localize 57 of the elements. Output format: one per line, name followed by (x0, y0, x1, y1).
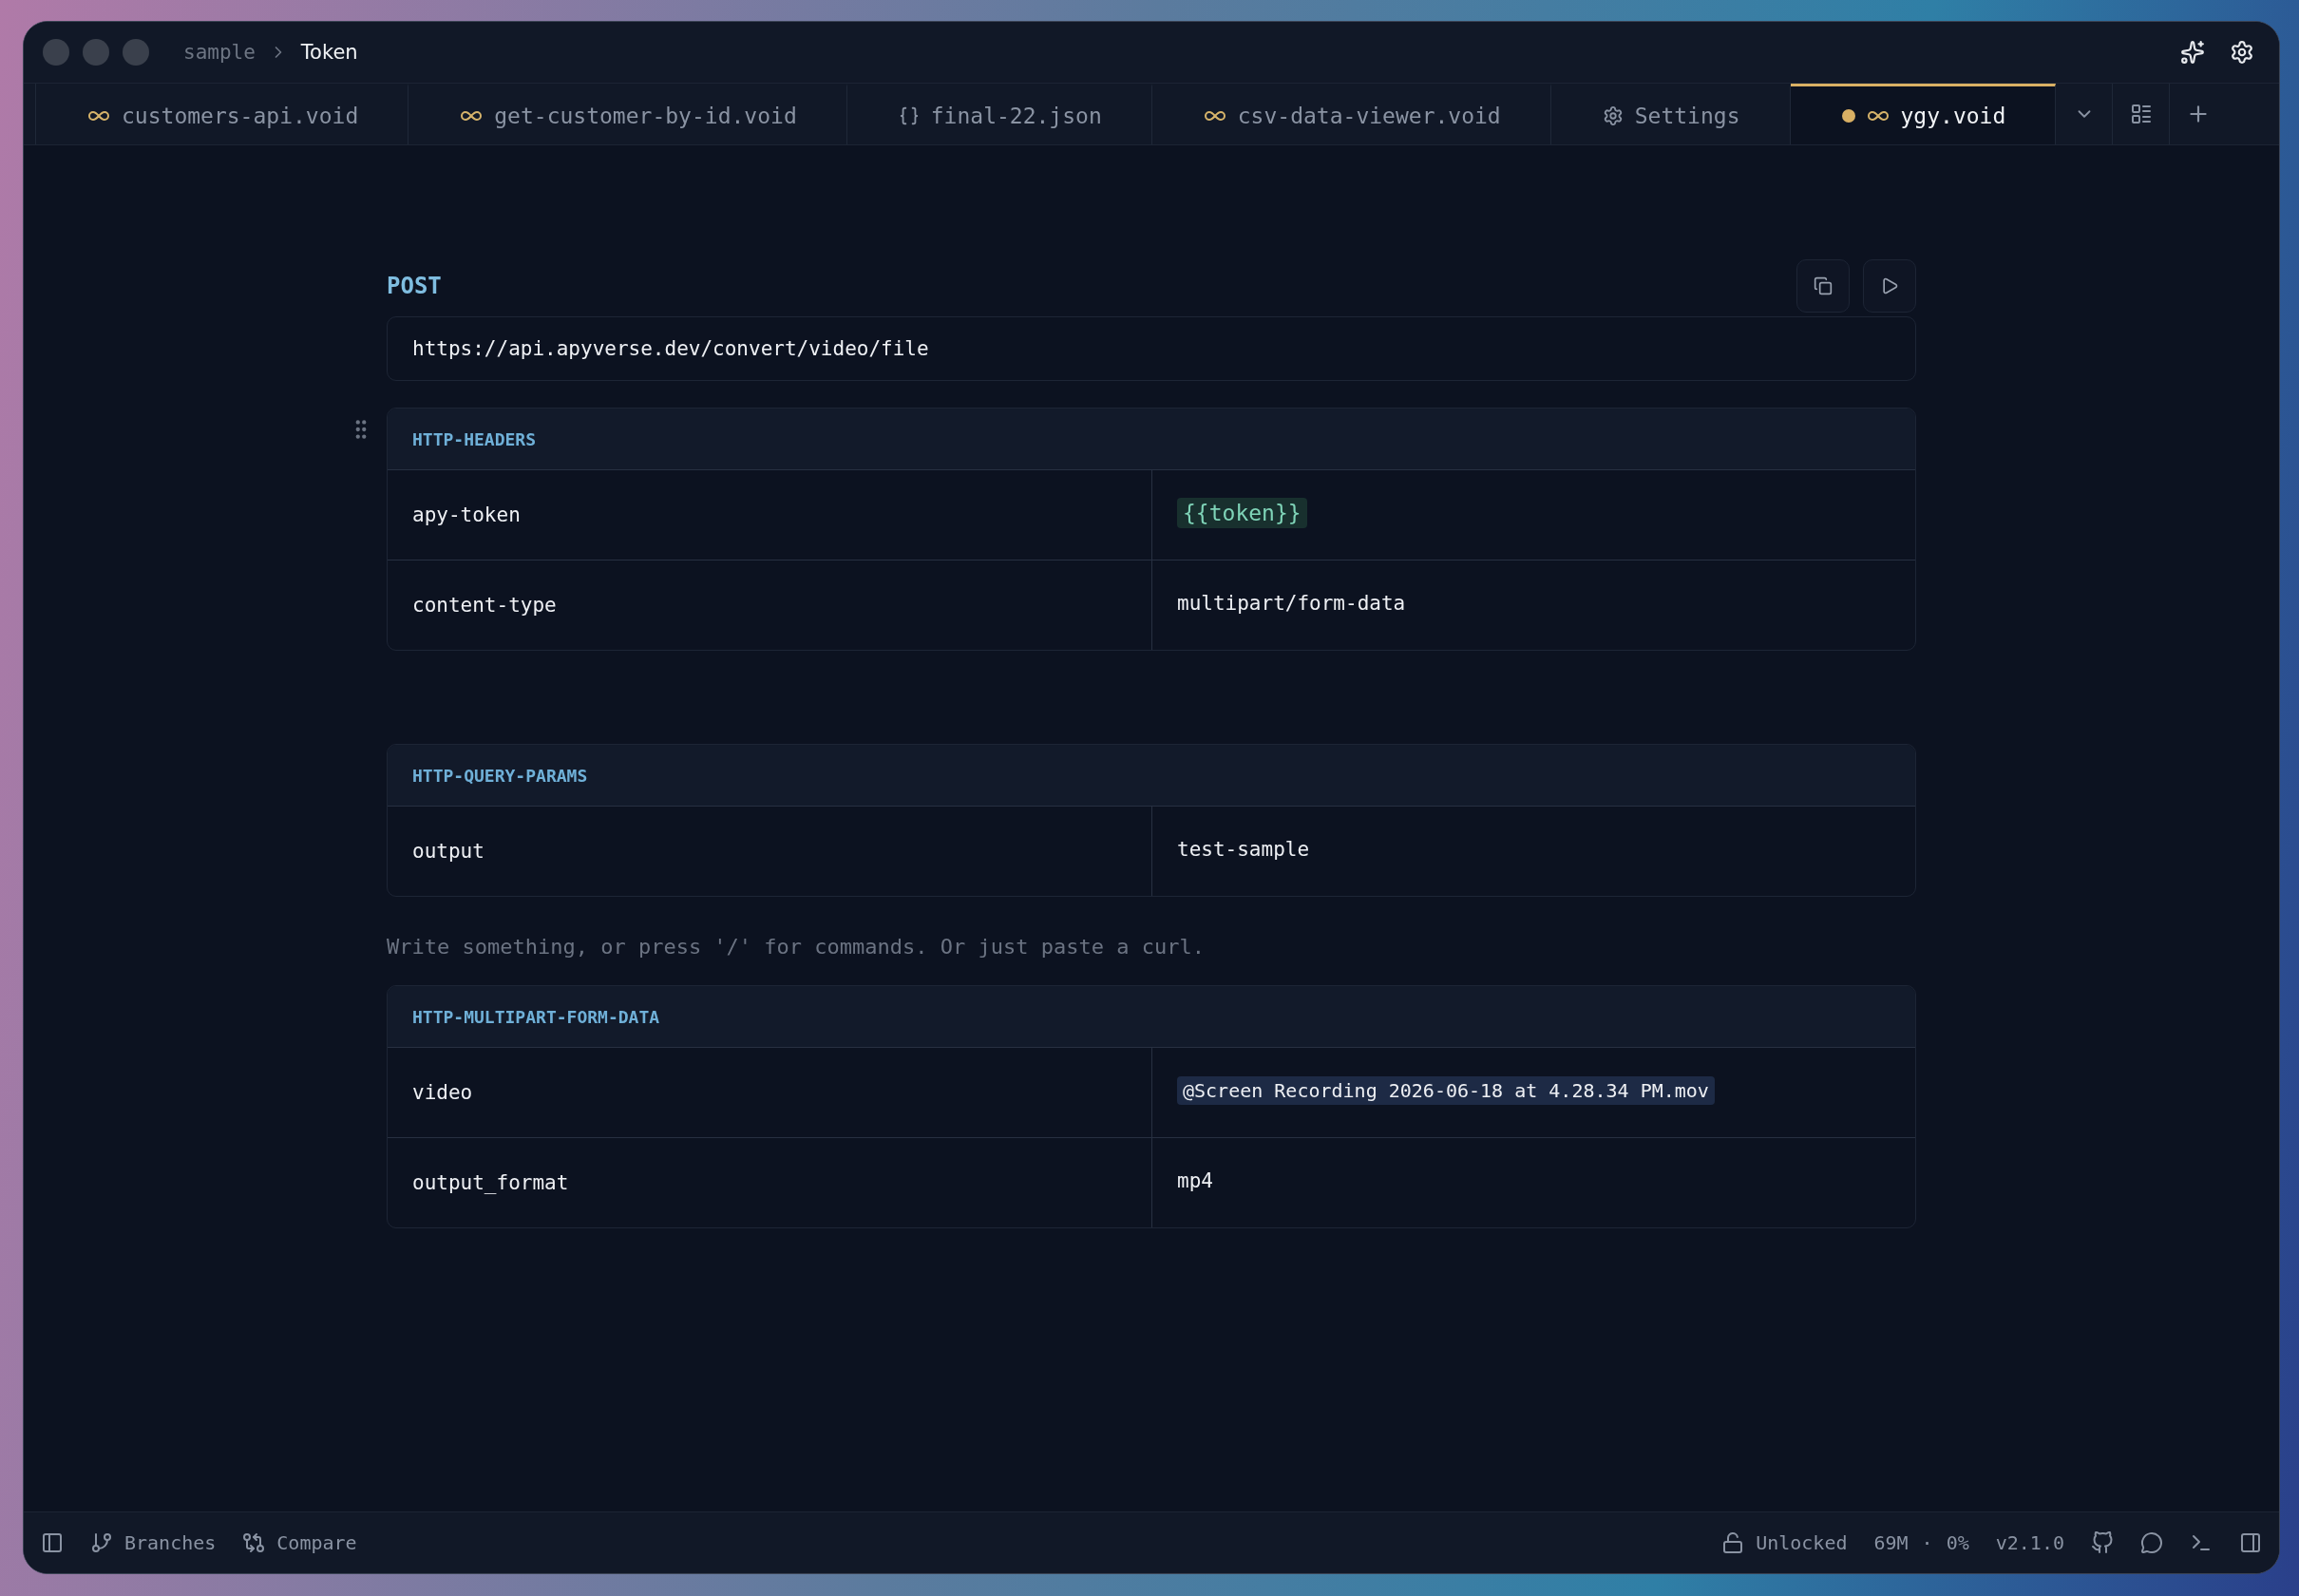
editor-tab[interactable]: Settings (1550, 84, 1791, 144)
copy-button[interactable] (1796, 259, 1850, 313)
copy-icon (1814, 276, 1833, 295)
block-title: HTTP-HEADERS (412, 428, 537, 449)
tab-label: Settings (1634, 103, 1740, 128)
breadcrumb-item[interactable]: Token (300, 41, 358, 64)
tab-label: get-customer-by-id.void (494, 103, 797, 128)
braces-icon (898, 104, 920, 126)
unlocked-padlock-icon (1721, 1531, 1745, 1554)
sidebar-toggle-button[interactable] (41, 1531, 64, 1554)
chat-bubble-icon (2140, 1531, 2163, 1554)
breadcrumb-item[interactable]: sample (183, 41, 256, 64)
memory-usage: 69M (1873, 1531, 1909, 1554)
run-button[interactable] (1863, 259, 1916, 313)
editor-placeholder[interactable]: Write something, or press '/' for commands. Or just paste a curl. (387, 935, 1205, 959)
separator-dot: · (1921, 1531, 1933, 1554)
url-field[interactable]: https://api.apyverse.dev/convert/video/file (387, 316, 1916, 381)
cpu-usage: 0% (1946, 1531, 1969, 1554)
compare-icon (242, 1531, 266, 1554)
tab-label: ygy.void (1900, 103, 2006, 128)
panel-left-icon (41, 1531, 64, 1554)
settings-icon (1602, 104, 1624, 126)
editor-tab[interactable]: ygy.void (1790, 84, 2057, 144)
settings-icon (2230, 40, 2254, 65)
sparkles-icon (2180, 40, 2205, 65)
lock-button[interactable]: Unlocked (1721, 1531, 1848, 1554)
http-method: POST (387, 273, 442, 299)
editor-tab[interactable]: customers-api.void (36, 84, 409, 144)
block-title: HTTP-MULTIPART-FORM-DATA (412, 1006, 660, 1027)
tab-label: final-22.json (930, 103, 1102, 128)
branch-icon (90, 1531, 113, 1554)
status-bar-button[interactable]: Compare (242, 1531, 357, 1554)
editor-tab[interactable]: get-customer-by-id.void (408, 84, 847, 144)
key-text: apy-token (412, 504, 521, 526)
variable-tag: {{token}} (1177, 498, 1307, 528)
editor-tab[interactable]: final-22.json (846, 84, 1152, 144)
version-text: v2.1.0 (1995, 1531, 2064, 1554)
layout-list-icon (2129, 103, 2153, 125)
github-icon (2091, 1531, 2114, 1554)
github-button[interactable] (2091, 1531, 2114, 1554)
key-text: output (412, 840, 484, 863)
tab-label: customers-api.void (122, 103, 359, 128)
value-text: mp4 (1177, 1169, 1213, 1192)
panel-right-icon (2239, 1531, 2262, 1554)
key-text: output_format (412, 1171, 569, 1194)
editor-tab[interactable]: csv-data-viewer.void (1151, 84, 1551, 144)
key-text: video (412, 1081, 473, 1104)
value-text: multipart/form-data (1177, 592, 1406, 615)
play-icon (1880, 276, 1899, 295)
block-title: HTTP-QUERY-PARAMS (412, 765, 588, 786)
panel-toggle-button[interactable] (2239, 1531, 2262, 1554)
status-bar-button[interactable]: Branches (90, 1531, 217, 1554)
file-tag: @Screen Recording 2026-06-18 at 4.28.34 PM.mov (1177, 1076, 1715, 1105)
chat-button[interactable] (2140, 1531, 2163, 1554)
key-text: content-type (412, 594, 557, 617)
tab-label: csv-data-viewer.void (1237, 103, 1501, 128)
value-text: test-sample (1177, 838, 1310, 861)
